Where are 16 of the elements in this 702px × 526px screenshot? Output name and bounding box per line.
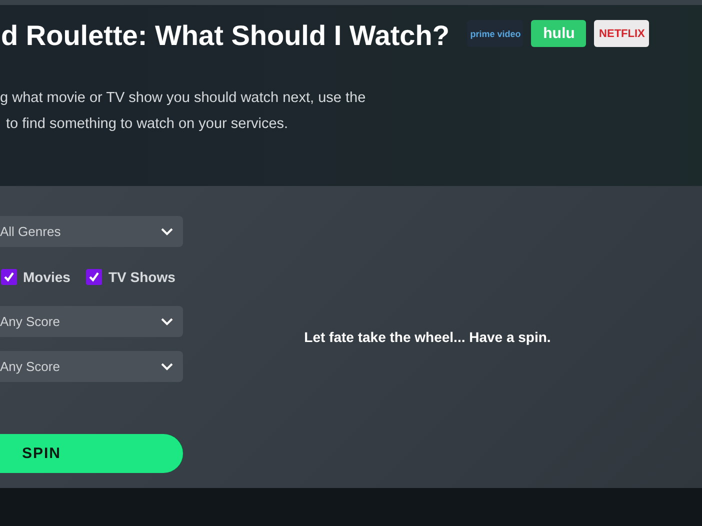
result-message: Let fate take the wheel... Have a spin. [304, 329, 551, 345]
spin-button[interactable]: SPIN [0, 434, 183, 473]
chevron-down-icon [161, 228, 173, 236]
checkbox-icon[interactable] [86, 268, 102, 284]
score-dropdown[interactable]: Any Score [0, 306, 183, 337]
description: g what movie or TV show you should watch next, use the to find something to watch on your services. [0, 89, 367, 134]
type-checkbox[interactable]: TV Shows [86, 268, 176, 284]
score-dropdown[interactable]: Any Score [0, 351, 183, 382]
type-checkbox[interactable]: Movies [1, 268, 70, 284]
service-logo[interactable]: NETFLIX [594, 20, 650, 47]
chevron-down-icon [161, 362, 173, 370]
page-title: d Roulette: What Should I Watch? [1, 19, 450, 53]
checkbox-icon[interactable] [1, 268, 17, 284]
genre-dropdown[interactable]: All Genres [0, 216, 183, 247]
service-logo[interactable]: prime video [467, 20, 524, 47]
chevron-down-icon [161, 318, 173, 326]
